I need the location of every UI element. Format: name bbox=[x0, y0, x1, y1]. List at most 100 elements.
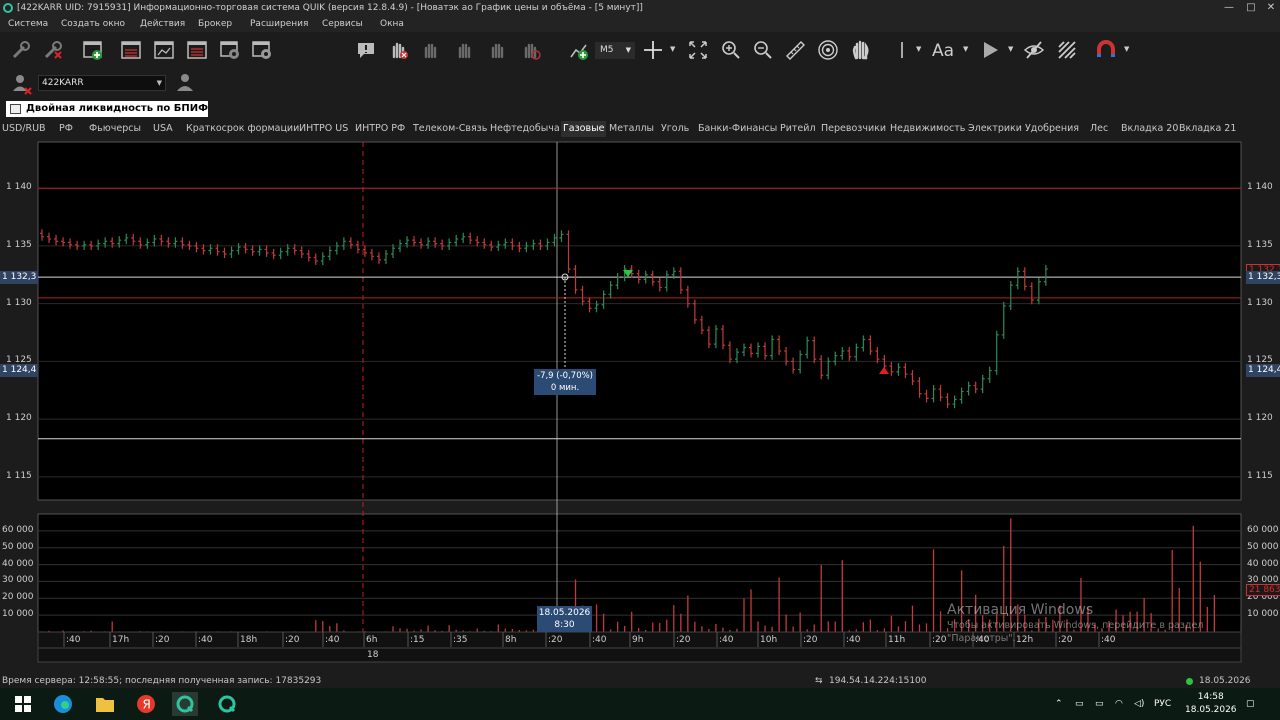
user-icon[interactable] bbox=[175, 72, 195, 94]
menu-item-actions[interactable]: Действия bbox=[140, 16, 185, 32]
tab-usd-rub[interactable]: USD/RUB bbox=[2, 121, 46, 137]
transaction-icon[interactable] bbox=[219, 39, 241, 61]
chevron-down-icon[interactable]: ▼ bbox=[670, 45, 675, 53]
stop-order-icon[interactable] bbox=[388, 39, 410, 61]
price-tick-label-left: 1 115 bbox=[6, 470, 32, 481]
time-tick-label: :20 bbox=[548, 635, 563, 645]
tray-app-icon[interactable]: ▭ bbox=[1075, 688, 1084, 720]
tab-metals[interactable]: Металлы bbox=[609, 121, 654, 137]
ruler-icon[interactable] bbox=[784, 39, 806, 61]
shape-tool-icon[interactable] bbox=[980, 39, 1002, 61]
tab-tab21[interactable]: Вкладка 21 bbox=[1179, 121, 1236, 137]
text-tool-icon[interactable]: Aa bbox=[932, 41, 954, 61]
time-tick-label: :40 bbox=[592, 635, 607, 645]
tab-intro-rf[interactable]: ИНТРО РФ bbox=[355, 121, 405, 137]
tab-short-formations[interactable]: Краткосрок формации bbox=[186, 121, 299, 137]
minimize-button[interactable]: — bbox=[1218, 0, 1240, 16]
title-bar: [422KARR UID: 7915931] Информационно-тор… bbox=[0, 0, 1280, 16]
edge-browser-icon[interactable] bbox=[50, 692, 76, 716]
cursor-date: 18.05.2026 bbox=[538, 608, 591, 618]
tab-intro-us[interactable]: ИНТРО US bbox=[299, 121, 348, 137]
line-tool-icon[interactable] bbox=[896, 39, 918, 61]
time-tick-label: :40 bbox=[846, 635, 861, 645]
tab-futures[interactable]: Фьючерсы bbox=[89, 121, 141, 137]
volume-tick-label-left: 30 000 bbox=[2, 575, 34, 586]
menu-item-extensions[interactable]: Расширения bbox=[250, 16, 308, 32]
chevron-down-icon[interactable]: ▼ bbox=[1124, 45, 1129, 53]
tab-banks[interactable]: Банки-Финансы bbox=[698, 121, 777, 137]
yandex-browser-icon[interactable]: Я bbox=[133, 692, 159, 716]
menu-item-broker[interactable]: Брокер bbox=[198, 16, 232, 32]
tab-fertilizers[interactable]: Удобрения bbox=[1025, 121, 1079, 137]
file-explorer-icon[interactable] bbox=[92, 692, 118, 716]
ribbon-label[interactable]: Двойная ликвидность по БПИФ... bbox=[6, 101, 208, 117]
volume-tick-label-right: 10 000 bbox=[1247, 609, 1279, 620]
wrench-icon[interactable] bbox=[10, 39, 32, 61]
tab-forest[interactable]: Лес bbox=[1090, 121, 1108, 137]
sell-hand-icon[interactable] bbox=[454, 39, 476, 61]
menu-item-windows[interactable]: Окна bbox=[380, 16, 404, 32]
new-window-icon[interactable] bbox=[82, 39, 104, 61]
language-indicator[interactable]: РУС bbox=[1154, 688, 1171, 720]
wifi-icon[interactable]: ◠ bbox=[1115, 688, 1123, 720]
add-chart-icon[interactable] bbox=[568, 39, 590, 61]
tab-rf[interactable]: РФ bbox=[59, 121, 73, 137]
windows-start-icon[interactable] bbox=[10, 692, 36, 716]
tab-real-estate[interactable]: Недвижимость bbox=[890, 121, 965, 137]
chevron-down-icon: ▼ bbox=[156, 79, 162, 87]
zoom-out-icon[interactable] bbox=[752, 39, 774, 61]
chevron-down-icon[interactable]: ▼ bbox=[1008, 45, 1013, 53]
network-icon: ⇆ bbox=[815, 676, 823, 686]
svg-text:Я: Я bbox=[143, 698, 151, 712]
time-tick-label: 9h bbox=[632, 635, 644, 645]
wrench-x-icon[interactable] bbox=[42, 39, 64, 61]
volume-icon[interactable]: ◁) bbox=[1134, 688, 1144, 720]
user-disconnect-icon[interactable] bbox=[11, 72, 33, 96]
zoom-in-icon[interactable] bbox=[720, 39, 742, 61]
target-icon[interactable] bbox=[817, 39, 839, 61]
tab-oil[interactable]: Нефтедобыча bbox=[490, 121, 560, 137]
tab-telecom[interactable]: Телеком-Связь bbox=[413, 121, 487, 137]
table-icon[interactable] bbox=[120, 39, 142, 61]
settings-icon[interactable] bbox=[251, 39, 273, 61]
magnet-icon[interactable] bbox=[1095, 39, 1117, 61]
chevron-down-icon[interactable]: ▼ bbox=[963, 45, 968, 53]
menu-item-create-window[interactable]: Создать окно bbox=[61, 16, 125, 32]
tab-carriers[interactable]: Перевозчики bbox=[821, 121, 886, 137]
quik-taskbar-icon-2[interactable] bbox=[214, 692, 240, 716]
eye-off-icon[interactable] bbox=[1023, 39, 1045, 61]
alert-icon[interactable] bbox=[355, 39, 377, 61]
notifications-icon[interactable]: ▢ bbox=[1246, 688, 1255, 720]
order-icon[interactable] bbox=[487, 39, 509, 61]
taskbar-clock[interactable]: 14:58 18.05.2026 bbox=[1185, 691, 1237, 717]
tab-retail[interactable]: Ритейл bbox=[780, 121, 816, 137]
interval-selector[interactable]: M5 ▼ bbox=[595, 42, 635, 59]
tab-tab20[interactable]: Вкладка 20 bbox=[1121, 121, 1178, 137]
menu-item-system[interactable]: Система bbox=[8, 16, 48, 32]
chart-window-icon[interactable] bbox=[153, 39, 175, 61]
buy-hand-icon[interactable] bbox=[420, 39, 442, 61]
chevron-down-icon[interactable]: ▼ bbox=[916, 45, 921, 53]
pan-hand-icon[interactable] bbox=[850, 39, 872, 61]
maximize-button[interactable]: □ bbox=[1240, 0, 1262, 16]
cancel-icon[interactable] bbox=[520, 39, 542, 61]
price-tick-label-right: 1 140 bbox=[1247, 182, 1273, 193]
tab-usa[interactable]: USA bbox=[153, 121, 173, 137]
tab-gas[interactable]: Газовые bbox=[561, 121, 607, 137]
quik-taskbar-icon[interactable] bbox=[172, 692, 198, 716]
close-button[interactable]: ✕ bbox=[1260, 0, 1280, 16]
price-volume-chart[interactable] bbox=[0, 138, 1280, 674]
account-select[interactable]: 422KARR ▼ bbox=[38, 75, 166, 91]
battery-icon[interactable]: ▭ bbox=[1095, 688, 1104, 720]
menu-item-services[interactable]: Сервисы bbox=[322, 16, 363, 32]
expand-icon[interactable] bbox=[687, 39, 709, 61]
measure-duration: 0 мин. bbox=[550, 383, 580, 393]
chevron-up-icon[interactable]: ⌃ bbox=[1055, 688, 1063, 720]
time-tick-label: :40 bbox=[198, 635, 213, 645]
list-icon[interactable] bbox=[186, 39, 208, 61]
time-tick-label: :20 bbox=[803, 635, 818, 645]
tab-coal[interactable]: Уголь bbox=[661, 121, 689, 137]
tab-electric[interactable]: Электрики bbox=[968, 121, 1022, 137]
crosshair-icon[interactable] bbox=[642, 39, 664, 61]
grid-icon[interactable] bbox=[1056, 39, 1078, 61]
